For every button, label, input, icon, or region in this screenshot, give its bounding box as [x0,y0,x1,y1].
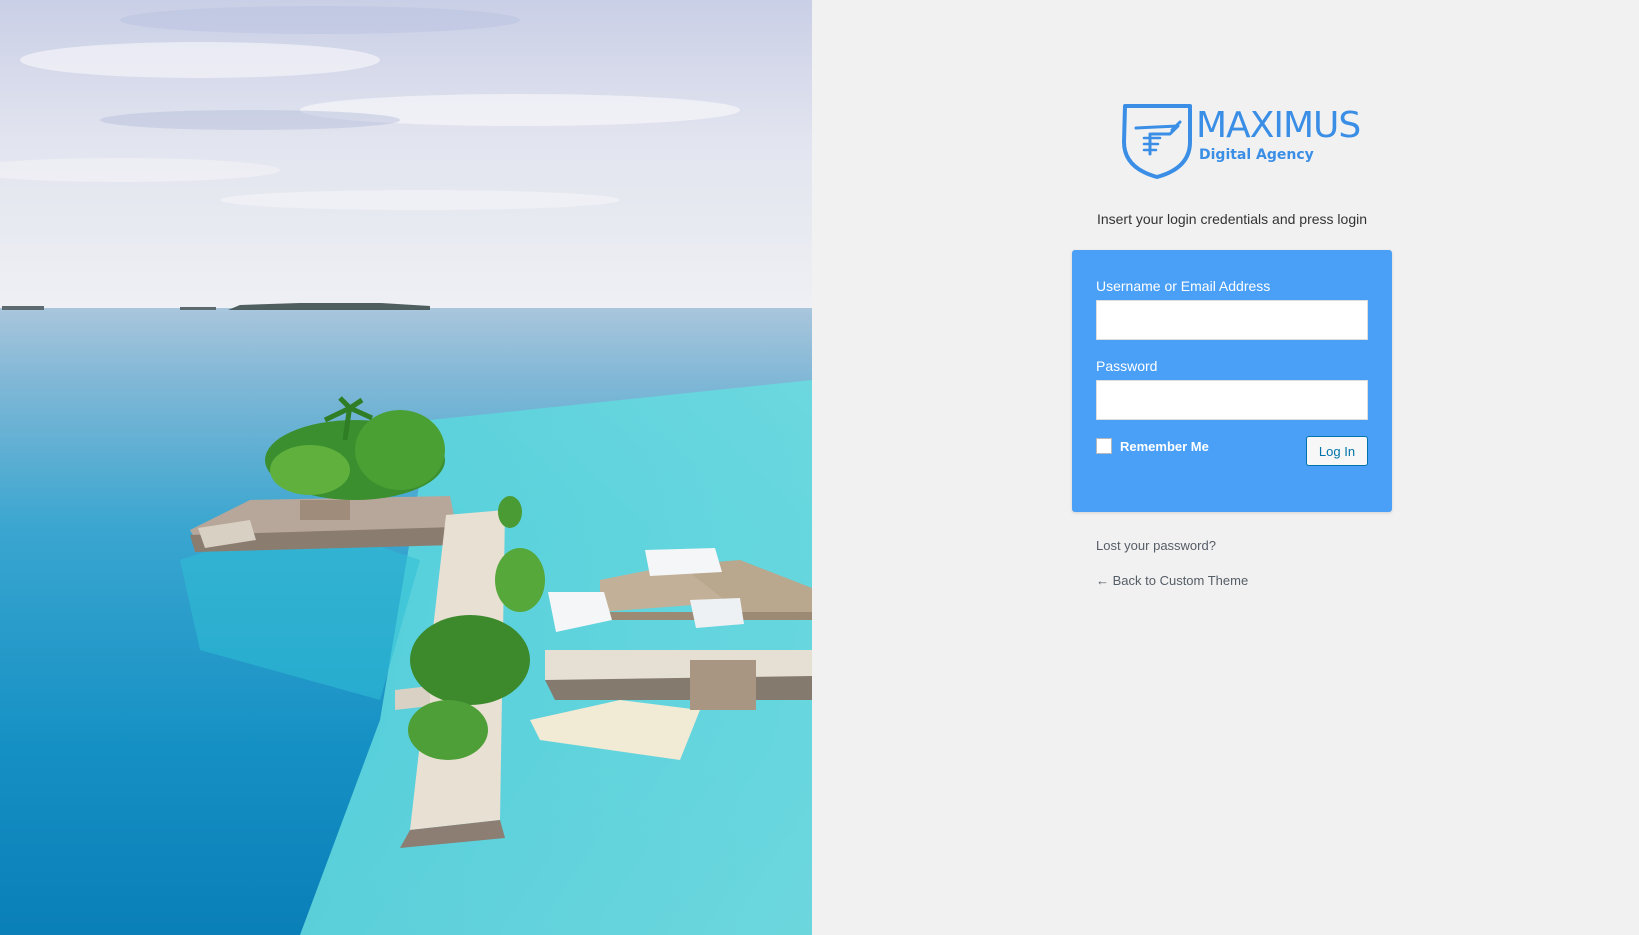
username-input[interactable] [1096,300,1368,340]
login-button[interactable]: Log In [1306,436,1368,466]
login-instruction: Insert your login credentials and press … [1096,211,1368,227]
lost-password-link[interactable]: Lost your password? [1096,538,1216,553]
remember-me-checkbox[interactable] [1096,438,1112,454]
remember-me-label[interactable]: Remember Me [1120,439,1209,454]
login-form: Username or Email Address Password Remem… [1072,250,1392,512]
remember-me: Remember Me [1096,438,1209,454]
island-photo [0,0,812,935]
site-logo[interactable]: MAXIMUS Digital Agency [1120,102,1361,182]
username-label: Username or Email Address [1096,278,1271,294]
password-input[interactable] [1096,380,1368,420]
island-photo-illustration [0,0,812,935]
login-panel: MAXIMUS Digital Agency Insert your login… [812,0,1639,935]
login-page: MAXIMUS Digital Agency Insert your login… [0,0,1639,935]
logo-tagline: Digital Agency [1199,147,1314,163]
shield-icon [1122,104,1192,179]
password-label: Password [1096,358,1158,374]
logo-brand-text: MAXIMUS [1196,105,1361,146]
back-to-site-link[interactable]: ← Back to Custom Theme [1096,573,1248,588]
